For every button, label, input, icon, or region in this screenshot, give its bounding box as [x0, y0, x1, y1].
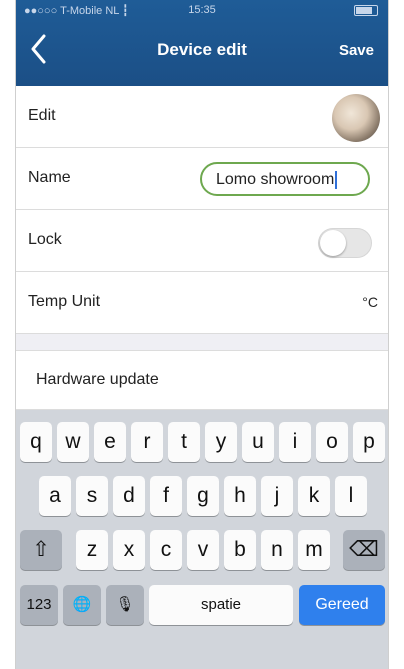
key-s[interactable]: s [76, 476, 108, 516]
temp-unit-value: °C [362, 294, 378, 310]
text-caret [335, 171, 338, 189]
key-t[interactable]: t [168, 422, 200, 462]
key-r[interactable]: r [131, 422, 163, 462]
key-w[interactable]: w [57, 422, 89, 462]
save-button[interactable]: Save [339, 42, 374, 59]
page-title: Device edit [157, 40, 247, 59]
key-y[interactable]: y [205, 422, 237, 462]
key-e[interactable]: e [94, 422, 126, 462]
key-n[interactable]: n [261, 530, 293, 570]
name-row: Name Lomo showroom [16, 148, 388, 210]
edit-row[interactable]: Edit [16, 86, 388, 148]
edit-label: Edit [28, 107, 56, 124]
key-k[interactable]: k [298, 476, 330, 516]
nav-bar: Device edit Save [16, 26, 388, 76]
key-h[interactable]: h [224, 476, 256, 516]
numbers-key[interactable]: 123 [20, 585, 58, 625]
globe-key-icon[interactable]: 🌐 [63, 585, 101, 625]
toggle-knob [320, 230, 346, 256]
key-p[interactable]: p [353, 422, 385, 462]
shift-key-icon[interactable]: ⇧ [20, 530, 62, 570]
key-o[interactable]: o [316, 422, 348, 462]
temp-unit-row[interactable]: Temp Unit °C [16, 272, 388, 334]
key-a[interactable]: a [39, 476, 71, 516]
key-i[interactable]: i [279, 422, 311, 462]
keyboard: q w e r t y u i o p a s d f g h j k l ⇧ … [16, 410, 388, 669]
key-l[interactable]: l [335, 476, 367, 516]
key-d[interactable]: d [113, 476, 145, 516]
battery-icon [354, 4, 378, 16]
key-g[interactable]: g [187, 476, 219, 516]
key-u[interactable]: u [242, 422, 274, 462]
phone-screen: ●●○○○ T-Mobile NL ┇ 15:35 Device edit Sa… [15, 0, 389, 669]
key-b[interactable]: b [224, 530, 256, 570]
key-j[interactable]: j [261, 476, 293, 516]
name-label: Name [28, 169, 71, 186]
microphone-key-icon[interactable]: 🎙 [106, 585, 144, 625]
lock-toggle[interactable] [318, 228, 372, 258]
backspace-key-icon[interactable]: ⌫ [343, 530, 385, 570]
device-photo-thumbnail[interactable] [332, 94, 380, 142]
key-f[interactable]: f [150, 476, 182, 516]
lock-row: Lock [16, 210, 388, 272]
done-key[interactable]: Gereed [299, 585, 385, 625]
name-input-value: Lomo showroom [216, 171, 338, 189]
clock: 15:35 [188, 4, 216, 16]
key-c[interactable]: c [150, 530, 182, 570]
key-x[interactable]: x [113, 530, 145, 570]
key-m[interactable]: m [298, 530, 330, 570]
name-input[interactable]: Lomo showroom [200, 162, 370, 196]
lock-label: Lock [28, 231, 62, 248]
header: ●●○○○ T-Mobile NL ┇ 15:35 Device edit Sa… [16, 0, 388, 86]
key-v[interactable]: v [187, 530, 219, 570]
hardware-update-row[interactable]: Hardware update [16, 350, 388, 410]
status-bar: ●●○○○ T-Mobile NL ┇ 15:35 [16, 0, 388, 22]
key-q[interactable]: q [20, 422, 52, 462]
hardware-update-label: Hardware update [36, 371, 159, 388]
key-z[interactable]: z [76, 530, 108, 570]
space-key[interactable]: spatie [149, 585, 293, 625]
temp-unit-label: Temp Unit [28, 293, 101, 310]
